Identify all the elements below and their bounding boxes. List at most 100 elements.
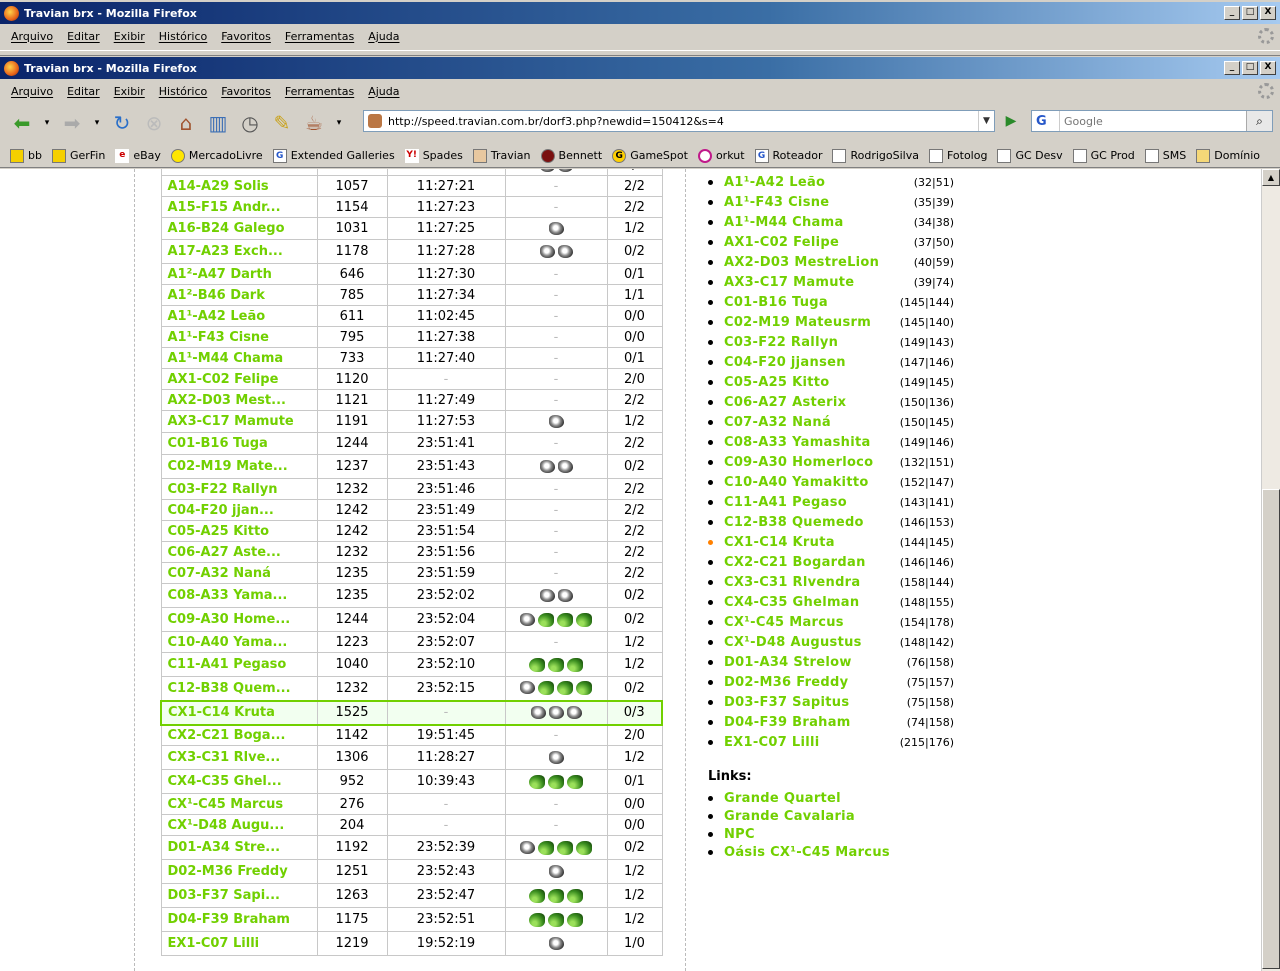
- bookmark-dominio[interactable]: Domínio: [1196, 148, 1260, 163]
- village-name-link[interactable]: C06-A27 Aste...: [160, 541, 318, 563]
- forward-arrow-icon[interactable]: ➡: [58, 109, 86, 137]
- url-dropdown-icon[interactable]: ▼: [978, 111, 994, 131]
- village-link[interactable]: C01-B16 Tuga: [724, 295, 894, 310]
- coffee-dropdown-icon[interactable]: ▾: [332, 109, 346, 137]
- go-arrow-icon[interactable]: ▶: [1000, 111, 1022, 131]
- village-name-link[interactable]: C07-A32 Naná: [160, 562, 318, 584]
- bookmark-gc-desv[interactable]: GC Desv: [997, 148, 1063, 163]
- village-link[interactable]: CX2-C21 Bogardan: [724, 555, 894, 570]
- village-link[interactable]: CX4-C35 Ghelman: [724, 595, 894, 610]
- village-link[interactable]: C05-A25 Kitto: [724, 375, 894, 390]
- village-name-link[interactable]: A16-B24 Galego: [160, 217, 318, 240]
- menu-ferramentas[interactable]: Ferramentas: [280, 30, 359, 43]
- village-name-link[interactable]: A1²-A47 Darth: [160, 263, 318, 285]
- search-engine-icon[interactable]: G: [1032, 111, 1060, 131]
- close-button[interactable]: X: [1260, 6, 1276, 20]
- close-button[interactable]: X: [1260, 61, 1276, 75]
- bookmark-bb[interactable]: bb: [10, 148, 42, 163]
- bookmark-travian[interactable]: Travian: [472, 148, 531, 163]
- village-link[interactable]: C04-F20 jjansen: [724, 355, 894, 370]
- village-name-link[interactable]: CX2-C21 Boga...: [160, 724, 318, 746]
- bookmark-mercadolivre[interactable]: MercadoLivre: [170, 148, 263, 163]
- village-name-link[interactable]: C10-A40 Yama...: [160, 631, 318, 653]
- bookmark-orkut[interactable]: orkut: [697, 148, 745, 163]
- menu-ajuda[interactable]: Ajuda: [363, 85, 404, 98]
- maximize-button[interactable]: □: [1242, 6, 1258, 20]
- village-name-link[interactable]: D04-F39 Braham: [160, 907, 318, 932]
- village-link[interactable]: A1¹-M44 Chama: [724, 215, 894, 230]
- village-link[interactable]: C07-A32 Naná: [724, 415, 894, 430]
- village-link[interactable]: CX3-C31 Rlvendra: [724, 575, 894, 590]
- bookmark-bennett[interactable]: Bennett: [540, 148, 602, 163]
- village-name-link[interactable]: AX3-C17 Mamute: [160, 410, 318, 433]
- menu-exibir[interactable]: Exibir: [109, 30, 150, 43]
- village-name-link[interactable]: CX4-C35 Ghel...: [160, 769, 318, 794]
- village-name-link[interactable]: AX1-C02 Felipe: [160, 368, 318, 390]
- village-link[interactable]: C08-A33 Yamashita: [724, 435, 894, 450]
- village-link[interactable]: EX1-C07 Lilli: [724, 735, 894, 750]
- maximize-button[interactable]: □: [1242, 61, 1258, 75]
- village-name-link[interactable]: CX¹-C45 Marcus: [160, 793, 318, 815]
- minimize-button[interactable]: _: [1224, 6, 1240, 20]
- village-name-link[interactable]: A15-F15 Andr...: [160, 196, 318, 218]
- village-name-link[interactable]: D01-A34 Stre...: [160, 835, 318, 860]
- menu-historico[interactable]: Histórico: [154, 85, 212, 98]
- menu-favoritos[interactable]: Favoritos: [216, 30, 276, 43]
- reload-icon[interactable]: ↻: [108, 109, 136, 137]
- village-link[interactable]: CX1-C14 Kruta: [724, 535, 894, 550]
- village-link[interactable]: D01-A34 Strelow: [724, 655, 894, 670]
- menu-arquivo[interactable]: Arquivo: [6, 85, 58, 98]
- bookmark-gc-prod[interactable]: GC Prod: [1072, 148, 1135, 163]
- menu-exibir[interactable]: Exibir: [109, 85, 150, 98]
- bookmark-sms[interactable]: SMS: [1144, 148, 1186, 163]
- village-link[interactable]: D02-M36 Freddy: [724, 675, 894, 690]
- page-link[interactable]: Oásis CX¹-C45 Marcus: [724, 845, 890, 860]
- village-link[interactable]: C10-A40 Yamakitto: [724, 475, 894, 490]
- menu-editar[interactable]: Editar: [62, 30, 105, 43]
- village-name-link[interactable]: CX¹-D48 Augu...: [160, 814, 318, 836]
- village-link[interactable]: AX2-D03 MestreLion: [724, 255, 894, 270]
- village-name-link[interactable]: C11-A41 Pegaso: [160, 652, 318, 677]
- page-link[interactable]: Grande Cavalaria: [724, 809, 855, 824]
- village-link[interactable]: CX¹-D48 Augustus: [724, 635, 894, 650]
- village-name-link[interactable]: A17-A23 Exch...: [160, 239, 318, 264]
- bookmark-rodrigosilva[interactable]: RodrigoSilva: [832, 148, 919, 163]
- village-link[interactable]: AX3-C17 Mamute: [724, 275, 894, 290]
- village-name-link[interactable]: C02-M19 Mate...: [160, 454, 318, 479]
- bookmarks-icon[interactable]: ▥: [204, 109, 232, 137]
- menu-historico[interactable]: Histórico: [154, 30, 212, 43]
- search-magnifier-icon[interactable]: ⌕: [1246, 111, 1272, 131]
- village-name-link[interactable]: A1¹-M44 Chama: [160, 347, 318, 369]
- village-name-link[interactable]: AX2-D03 Mest...: [160, 389, 318, 411]
- bookmark-gerfin[interactable]: GerFin: [51, 148, 105, 163]
- village-link[interactable]: CX¹-C45 Marcus: [724, 615, 894, 630]
- menu-favoritos[interactable]: Favoritos: [216, 85, 276, 98]
- back-dropdown-icon[interactable]: ▾: [40, 109, 54, 137]
- bookmark-spades[interactable]: Y! Spades: [404, 148, 463, 163]
- village-link[interactable]: C06-A27 Asterix: [724, 395, 894, 410]
- village-name-link[interactable]: A14-A29 Solis: [160, 175, 318, 197]
- bookmark-roteador[interactable]: G Roteador: [754, 148, 822, 163]
- search-input[interactable]: [1060, 114, 1240, 128]
- bookmark-extended-galleries[interactable]: G Extended Galleries: [272, 148, 395, 163]
- village-link[interactable]: A1¹-A42 Leão: [724, 175, 894, 190]
- home-icon[interactable]: ⌂: [172, 109, 200, 137]
- bookmark-ebay[interactable]: e eBay: [115, 148, 161, 163]
- village-link[interactable]: D03-F37 Sapitus: [724, 695, 894, 710]
- coffee-cup-icon[interactable]: ☕: [300, 109, 328, 137]
- url-bar[interactable]: http://speed.travian.com.br/dorf3.php?ne…: [363, 110, 995, 132]
- village-link[interactable]: C11-A41 Pegaso: [724, 495, 894, 510]
- stop-icon[interactable]: ⊗: [140, 109, 168, 137]
- scroll-up-arrow-icon[interactable]: ▲: [1262, 169, 1280, 186]
- village-name-link[interactable]: D03-F37 Sapi...: [160, 883, 318, 908]
- menu-ajuda[interactable]: Ajuda: [363, 30, 404, 43]
- village-name-link[interactable]: C05-A25 Kitto: [160, 520, 318, 542]
- edit-pencil-icon[interactable]: ✎: [268, 109, 296, 137]
- village-name-link[interactable]: A1²-B46 Dark: [160, 284, 318, 306]
- village-link[interactable]: A1¹-F43 Cisne: [724, 195, 894, 210]
- menu-ferramentas[interactable]: Ferramentas: [280, 85, 359, 98]
- village-link[interactable]: C09-A30 Homerloco: [724, 455, 894, 470]
- village-name-link[interactable]: CX1-C14 Kruta: [160, 699, 318, 726]
- village-name-link[interactable]: EX1-C07 Lilli: [160, 931, 318, 956]
- village-link[interactable]: C02-M19 Mateusrm: [724, 315, 894, 330]
